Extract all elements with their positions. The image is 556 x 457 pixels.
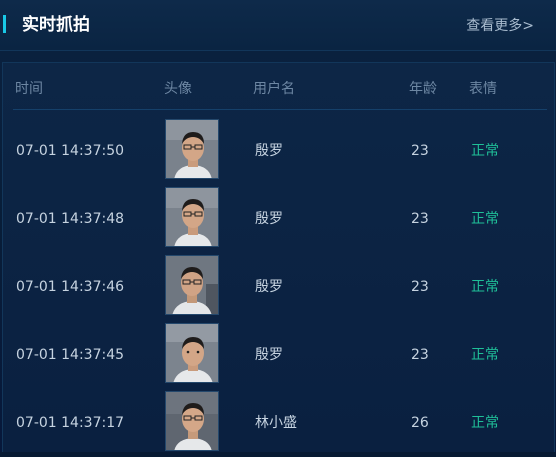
capture-time: 07-01 14:37:46 (16, 279, 125, 295)
column-header-age: 年龄 (409, 81, 437, 97)
expression-status: 正常 (471, 347, 499, 363)
table-row[interactable]: 07-01 14:37:45 殷罗 23 正常 (3, 321, 556, 389)
username: 殷罗 (255, 143, 283, 159)
capture-time: 07-01 14:37:48 (16, 211, 125, 227)
panel-title: 实时抓拍 (22, 15, 90, 35)
capture-time: 07-01 14:37:45 (16, 347, 125, 363)
column-header-expression: 表情 (469, 81, 497, 97)
capture-time: 07-01 14:37:50 (16, 143, 125, 159)
avatar (165, 187, 219, 247)
view-more-link[interactable]: 查看更多> (466, 16, 534, 36)
avatar (165, 119, 219, 179)
capture-time: 07-01 14:37:17 (16, 415, 125, 431)
avatar (165, 255, 219, 315)
avatar (165, 323, 219, 383)
table-row[interactable]: 07-01 14:37:17 林小盛 26 正常 (3, 389, 556, 457)
age: 23 (411, 279, 429, 295)
table-row[interactable]: 07-01 14:37:48 殷罗 23 正常 (3, 185, 556, 253)
age: 23 (411, 347, 429, 363)
username: 林小盛 (255, 415, 297, 431)
age: 26 (411, 415, 429, 431)
age: 23 (411, 143, 429, 159)
expression-status: 正常 (471, 415, 499, 431)
username: 殷罗 (255, 279, 283, 295)
expression-status: 正常 (471, 211, 499, 227)
realtime-capture-panel: 实时抓拍 查看更多> 时间 头像 用户名 年龄 表情 07-01 14:37:5… (0, 0, 556, 452)
expression-status: 正常 (471, 279, 499, 295)
capture-table: 时间 头像 用户名 年龄 表情 07-01 14:37:50 殷罗 23 正常 … (2, 62, 555, 452)
username: 殷罗 (255, 211, 283, 227)
column-header-avatar: 头像 (164, 81, 192, 97)
avatar (165, 391, 219, 451)
panel-header: 实时抓拍 查看更多> (0, 0, 556, 51)
expression-status: 正常 (471, 143, 499, 159)
username: 殷罗 (255, 347, 283, 363)
table-row[interactable]: 07-01 14:37:50 殷罗 23 正常 (3, 117, 556, 185)
header-accent-bar (3, 15, 6, 33)
age: 23 (411, 211, 429, 227)
table-row[interactable]: 07-01 14:37:46 殷罗 23 正常 (3, 253, 556, 321)
table-header: 时间 头像 用户名 年龄 表情 (13, 63, 547, 110)
column-header-username: 用户名 (253, 81, 295, 97)
column-header-time: 时间 (15, 81, 43, 97)
